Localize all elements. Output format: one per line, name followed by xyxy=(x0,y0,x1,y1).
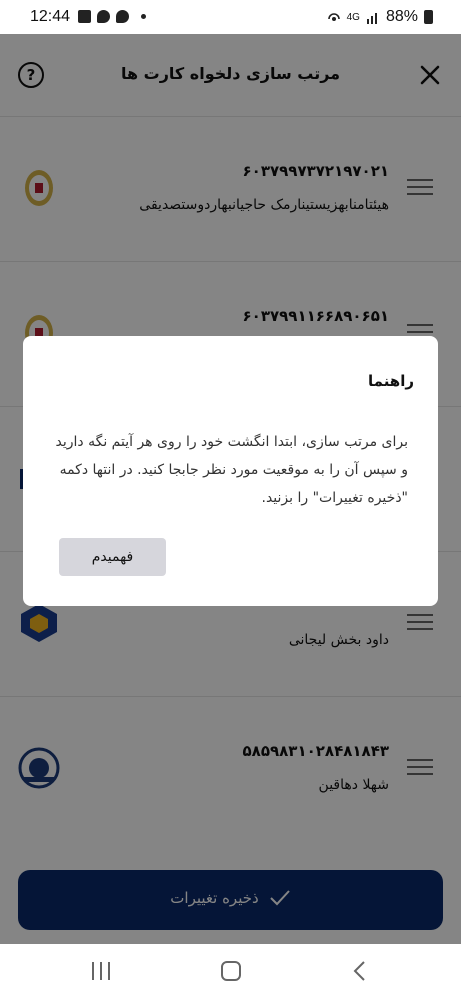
guide-dialog: راهنما برای مرتب سازی، ابتدا انگشت خود ر… xyxy=(23,336,438,606)
gallery-icon xyxy=(78,10,91,23)
battery-icon xyxy=(424,10,433,24)
signal-icon xyxy=(366,13,377,24)
system-nav-bar xyxy=(0,944,461,1000)
chat-icon xyxy=(116,10,129,23)
hotspot-icon xyxy=(327,13,340,21)
dialog-body: برای مرتب سازی، ابتدا انگشت خود را روی ه… xyxy=(55,434,408,506)
dot-icon xyxy=(141,14,146,19)
status-right: 4G 88% xyxy=(327,8,433,26)
back-icon[interactable] xyxy=(350,960,370,982)
recents-icon[interactable] xyxy=(92,962,112,980)
status-bar: 12:44 4G 88% xyxy=(0,0,461,34)
notification-icons xyxy=(78,10,146,23)
dialog-title: راهنما xyxy=(368,372,414,390)
chat-icon xyxy=(97,10,110,23)
network-type: 4G xyxy=(346,11,360,23)
got-it-button[interactable]: فهمیدم xyxy=(59,538,166,576)
status-time: 12:44 xyxy=(30,8,71,25)
battery-level: 88% xyxy=(385,8,418,25)
home-icon[interactable] xyxy=(221,961,241,981)
